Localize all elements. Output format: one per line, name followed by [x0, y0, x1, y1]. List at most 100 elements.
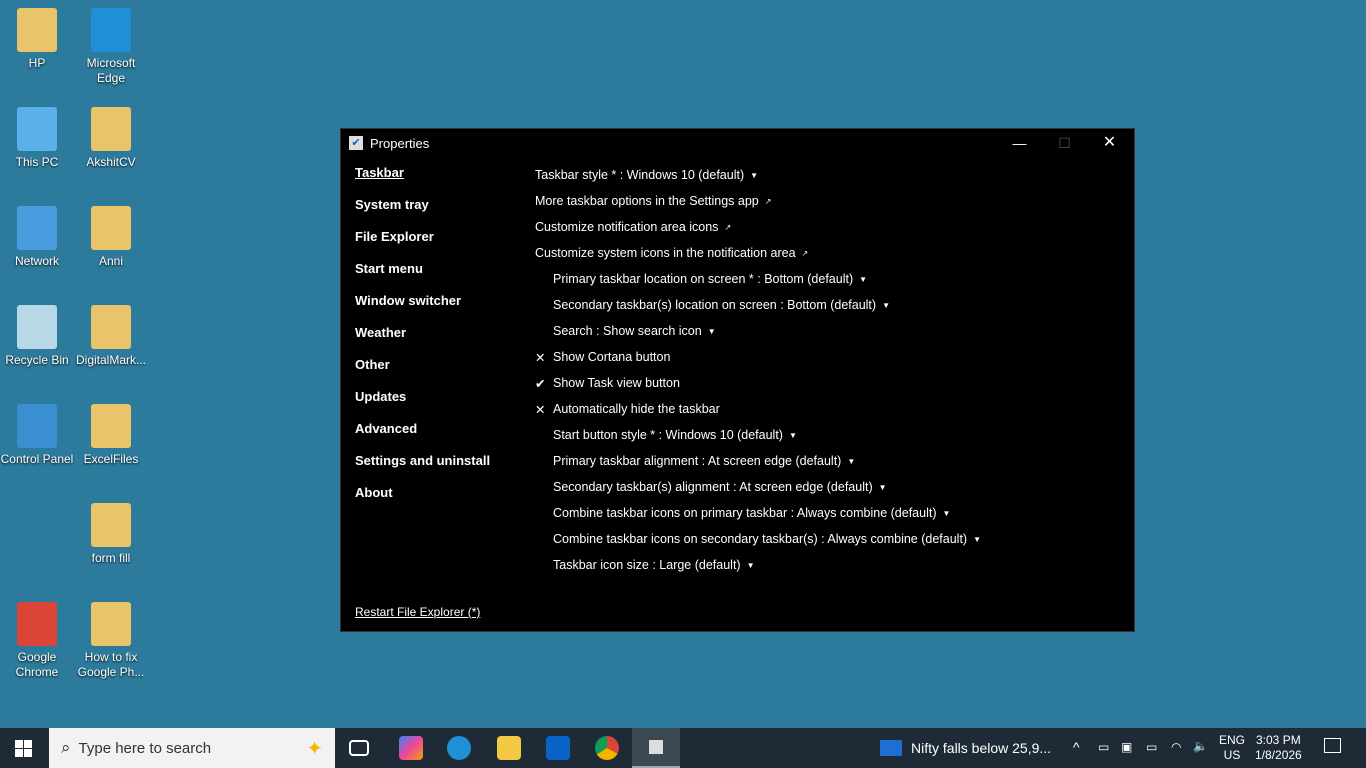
nav-item[interactable]: Advanced	[355, 421, 490, 453]
maximize-button[interactable]: ☐	[1042, 129, 1087, 157]
search-input[interactable]: Type here to search	[79, 740, 212, 757]
properties-taskbar-button[interactable]	[632, 728, 680, 768]
option-item[interactable]: Search : Show search icon ▼	[535, 318, 981, 344]
nav-item[interactable]: Settings and uninstall	[355, 453, 490, 485]
news-icon	[880, 740, 902, 756]
option-item[interactable]: Combine taskbar icons on secondary taskb…	[535, 526, 981, 552]
dropdown-arrow-icon: ▼	[882, 300, 890, 310]
lang-code: ENG	[1219, 733, 1246, 747]
desktop-icon[interactable]: Microsoft Edge	[74, 8, 148, 86]
desktop-icon[interactable]: AkshitCV	[74, 107, 148, 170]
search-box[interactable]: ⌕ Type here to search ✦	[49, 728, 335, 768]
file-explorer-icon[interactable]	[497, 736, 521, 760]
notifications-icon[interactable]	[1324, 738, 1341, 753]
option-item[interactable]: Combine taskbar icons on primary taskbar…	[535, 500, 981, 526]
option-label: More taskbar options in the Settings app	[535, 194, 759, 208]
desktop-icon-label: Anni	[98, 254, 124, 268]
desktop-icon-label: This PC	[15, 155, 59, 169]
option-item[interactable]: Primary taskbar location on screen * : B…	[535, 266, 981, 292]
sidebar-nav: Taskbar System tray File Explorer Start men…	[355, 165, 490, 517]
dropdown-arrow-icon: ▼	[878, 482, 887, 492]
nav-item[interactable]: System tray	[355, 197, 490, 229]
nav-item[interactable]: Weather	[355, 325, 490, 357]
battery-icon[interactable]: ▭	[1146, 740, 1157, 754]
show-hidden-icons[interactable]: ^	[1073, 739, 1080, 755]
option-item[interactable]: Taskbar style * : Windows 10 (default) ▼	[535, 162, 981, 188]
desktop-icon[interactable]: ExcelFiles	[74, 404, 148, 467]
copilot-icon[interactable]	[399, 736, 423, 760]
desktop-icon-label: DigitalMark...	[75, 353, 146, 367]
desktop-icon[interactable]: DigitalMark...	[74, 305, 148, 368]
desktop-icon-label: Microsoft Edge	[86, 56, 136, 85]
option-item[interactable]: Primary taskbar alignment : At screen ed…	[535, 448, 981, 474]
desktop-icon[interactable]: This PC	[0, 107, 74, 170]
option-item[interactable]: ✕ Show Cortana button	[535, 344, 981, 370]
option-item[interactable]: Customize notification area icons ↗	[535, 214, 981, 240]
external-link-icon: ↗	[801, 248, 809, 258]
desktop-icon[interactable]: HP	[0, 8, 74, 71]
desktop-icon[interactable]: Control Panel	[0, 404, 74, 467]
option-item[interactable]: ✔ Show Task view button	[535, 370, 981, 396]
option-item[interactable]: Taskbar icon size : Large (default) ▼	[535, 552, 981, 578]
desktop-icon-label: Recycle Bin	[5, 353, 69, 367]
option-item[interactable]: ✕ Automatically hide the taskbar	[535, 396, 981, 422]
desktop-icon-image	[17, 602, 57, 646]
clock[interactable]: 3:03 PM 1/8/2026	[1255, 733, 1302, 763]
close-button[interactable]: ✕	[1087, 129, 1132, 157]
desktop-icon[interactable]: form fill	[74, 503, 148, 566]
outlook-icon[interactable]	[546, 736, 570, 760]
dropdown-arrow-icon: ▼	[859, 274, 868, 284]
sparkle-icon: ✦	[306, 737, 323, 760]
option-item[interactable]: More taskbar options in the Settings app…	[535, 188, 981, 214]
nav-item[interactable]: Taskbar	[355, 165, 490, 197]
external-link-icon: ↗	[724, 222, 732, 232]
nav-item[interactable]: About	[355, 485, 490, 517]
nav-item[interactable]: File Explorer	[355, 229, 490, 261]
edge-icon[interactable]	[447, 736, 471, 760]
dropdown-arrow-icon: ▼	[973, 534, 981, 544]
desktop-icon-label: AkshitCV	[86, 155, 136, 169]
option-item[interactable]: Start button style * : Windows 10 (defau…	[535, 422, 981, 448]
app-icon: ✔	[349, 136, 363, 150]
volume-icon[interactable]: 🔈	[1193, 739, 1208, 753]
desktop-icon[interactable]: Google Chrome	[0, 602, 74, 680]
desktop-icon-image	[91, 8, 131, 52]
desktop-icon[interactable]: Network	[0, 206, 74, 269]
wifi-icon[interactable]: ◠	[1171, 740, 1181, 754]
desktop-icon-image	[17, 206, 57, 250]
desktop-icon-image	[91, 206, 131, 250]
security-icon[interactable]: ▣	[1121, 740, 1132, 754]
options-list: Taskbar style * : Windows 10 (default) ▼ M…	[535, 162, 981, 578]
desktop-icon-image	[91, 305, 131, 349]
nav-item[interactable]: Window switcher	[355, 293, 490, 325]
time: 3:03 PM	[1256, 733, 1301, 747]
desktop-icon-image	[91, 107, 131, 151]
nav-item[interactable]: Updates	[355, 389, 490, 421]
external-link-icon: ↗	[764, 196, 772, 206]
dropdown-arrow-icon: ▼	[746, 560, 755, 570]
chrome-icon[interactable]	[595, 736, 619, 760]
nav-item[interactable]: Start menu	[355, 261, 490, 293]
task-view-icon[interactable]	[349, 740, 369, 756]
desktop-icon-label: HP	[28, 56, 46, 70]
option-item[interactable]: Secondary taskbar(s) location on screen …	[535, 292, 981, 318]
desktop-icon[interactable]: How to fix Google Ph...	[74, 602, 148, 680]
desktop-icon-image	[17, 305, 57, 349]
language-indicator[interactable]: ENG US	[1219, 733, 1245, 763]
desktop-icon-image	[91, 503, 131, 547]
desktop-icon[interactable]: Anni	[74, 206, 148, 269]
desktop-icon-label: Control Panel	[0, 452, 74, 466]
option-label: Combine taskbar icons on primary taskbar…	[553, 506, 937, 520]
desktop-icon[interactable]: Recycle Bin	[0, 305, 74, 368]
option-item[interactable]: Secondary taskbar(s) alignment : At scre…	[535, 474, 981, 500]
restart-explorer-link[interactable]: Restart File Explorer (*)	[355, 605, 480, 619]
meet-icon[interactable]: ▭	[1098, 740, 1109, 754]
option-item[interactable]: Customize system icons in the notificati…	[535, 240, 981, 266]
option-label: Show Task view button	[553, 376, 680, 390]
date: 1/8/2026	[1255, 748, 1302, 762]
option-label: Automatically hide the taskbar	[553, 402, 720, 416]
nav-item[interactable]: Other	[355, 357, 490, 389]
news-widget[interactable]: Nifty falls below 25,9...	[880, 740, 1051, 756]
minimize-button[interactable]: —	[997, 129, 1042, 157]
start-button[interactable]	[15, 740, 32, 757]
